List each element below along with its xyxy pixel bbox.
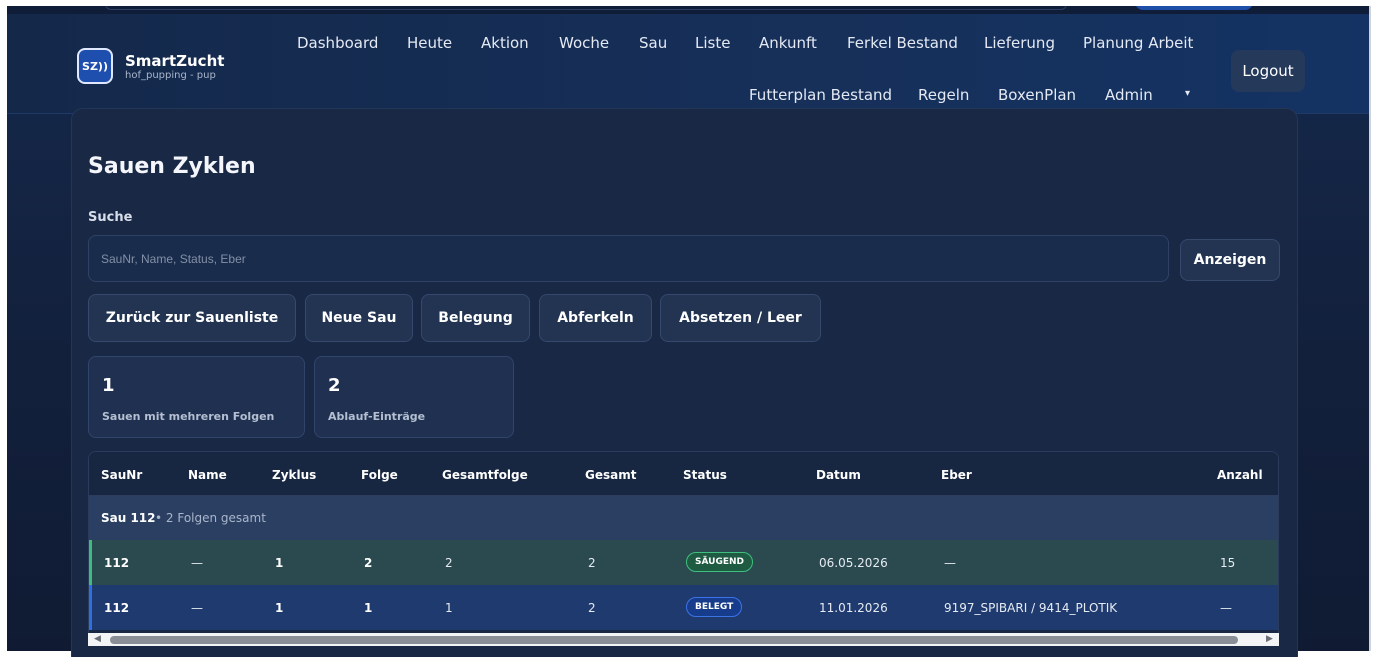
cycles-table: SauNr Name Zyklus Folge Gesamtfolge Gesa… bbox=[88, 451, 1279, 645]
browser-top-strip bbox=[7, 6, 1369, 14]
group-row: Sau 112 • 2 Folgen gesamt bbox=[89, 496, 1278, 540]
scroll-right-icon[interactable]: ▶ bbox=[1266, 634, 1273, 644]
abferkeln-button[interactable]: Abferkeln bbox=[539, 294, 652, 342]
nav-woche[interactable]: Woche bbox=[559, 34, 609, 52]
nav-aktion[interactable]: Aktion bbox=[481, 34, 529, 52]
top-pill bbox=[1135, 6, 1253, 10]
absetzen-leer-button[interactable]: Absetzen / Leer bbox=[660, 294, 821, 342]
col-zyklus[interactable]: Zyklus bbox=[272, 468, 316, 482]
cell-folge: 1 bbox=[364, 601, 373, 615]
cell-eber: 9197_SPIBARI / 9414_PLOTIK bbox=[944, 601, 1118, 615]
col-eber[interactable]: Eber bbox=[941, 468, 972, 482]
nav-dashboard[interactable]: Dashboard bbox=[297, 34, 378, 52]
address-bar-edge bbox=[105, 6, 1067, 10]
col-folge[interactable]: Folge bbox=[361, 468, 398, 482]
status-badge: SÄUGEND bbox=[686, 552, 754, 572]
new-sow-button[interactable]: Neue Sau bbox=[305, 294, 413, 342]
stat-card-multi-cycles: 1 Sauen mit mehreren Folgen bbox=[88, 356, 305, 438]
search-input[interactable] bbox=[88, 235, 1169, 282]
nav-lieferung[interactable]: Lieferung bbox=[984, 34, 1055, 52]
col-gesamt[interactable]: Gesamt bbox=[585, 468, 636, 482]
scroll-left-icon[interactable]: ◀ bbox=[94, 634, 101, 644]
table-row[interactable]: 112 — 1 2 2 2 SÄUGEND 06.05.2026 — 15 bbox=[89, 540, 1278, 585]
cell-saunr: 112 bbox=[104, 601, 130, 615]
table-header: SauNr Name Zyklus Folge Gesamtfolge Gesa… bbox=[89, 452, 1278, 496]
table-row[interactable]: 112 — 1 1 1 2 BELEGT 11.01.2026 9197_SPI… bbox=[89, 585, 1278, 630]
stat-value: 1 bbox=[102, 375, 115, 396]
cell-name: — bbox=[191, 556, 203, 570]
cell-zyklus: 1 bbox=[275, 556, 284, 570]
chevron-down-icon[interactable]: ▾ bbox=[1185, 88, 1190, 99]
page-title: Sauen Zyklen bbox=[88, 154, 256, 179]
cell-anzahl: — bbox=[1220, 601, 1232, 615]
cell-zyklus: 1 bbox=[275, 601, 284, 615]
cell-eber: — bbox=[944, 556, 956, 570]
back-to-list-button[interactable]: Zurück zur Sauenliste bbox=[88, 294, 296, 342]
col-name[interactable]: Name bbox=[188, 468, 227, 482]
cell-name: — bbox=[191, 601, 203, 615]
cell-anzahl: 15 bbox=[1220, 556, 1236, 570]
col-datum[interactable]: Datum bbox=[816, 468, 861, 482]
cell-saunr: 112 bbox=[104, 556, 130, 570]
brand-name[interactable]: SmartZucht bbox=[125, 52, 224, 70]
horizontal-scrollbar[interactable]: ◀ ▶ bbox=[88, 633, 1279, 646]
nav-admin[interactable]: Admin bbox=[1105, 86, 1153, 104]
col-saunr[interactable]: SauNr bbox=[101, 468, 142, 482]
navbar: SZ)) SmartZucht hof_pupping - pup Dashbo… bbox=[7, 14, 1369, 114]
cell-gesamtfolge: 2 bbox=[445, 556, 453, 570]
cell-datum: 06.05.2026 bbox=[819, 556, 888, 570]
anzeigen-button[interactable]: Anzeigen bbox=[1180, 239, 1280, 281]
cell-folge: 2 bbox=[364, 556, 373, 570]
nav-regeln[interactable]: Regeln bbox=[918, 86, 969, 104]
search-label: Suche bbox=[88, 210, 133, 225]
col-anzahl[interactable]: Anzahl bbox=[1217, 468, 1263, 482]
group-summary: • 2 Folgen gesamt bbox=[155, 511, 266, 525]
stat-card-entries: 2 Ablauf-Einträge bbox=[314, 356, 514, 438]
scroll-thumb[interactable] bbox=[110, 636, 1238, 644]
group-title: Sau 112 bbox=[101, 511, 156, 525]
nav-sau[interactable]: Sau bbox=[639, 34, 667, 52]
cell-datum: 11.01.2026 bbox=[819, 601, 888, 615]
stat-label: Ablauf-Einträge bbox=[328, 410, 426, 423]
status-badge: BELEGT bbox=[686, 597, 743, 617]
logo-icon[interactable]: SZ)) bbox=[77, 48, 113, 84]
nav-ankunft[interactable]: Ankunft bbox=[759, 34, 817, 52]
nav-planung-arbeit[interactable]: Planung Arbeit bbox=[1083, 34, 1193, 52]
nav-liste[interactable]: Liste bbox=[695, 34, 730, 52]
brand-subtitle: hof_pupping - pup bbox=[125, 70, 216, 81]
stat-label: Sauen mit mehreren Folgen bbox=[102, 410, 275, 423]
nav-heute[interactable]: Heute bbox=[407, 34, 452, 52]
nav-ferkel-bestand[interactable]: Ferkel Bestand bbox=[847, 34, 958, 52]
cell-gesamtfolge: 1 bbox=[445, 601, 453, 615]
nav-futterplan-bestand[interactable]: Futterplan Bestand bbox=[749, 86, 892, 104]
stat-value: 2 bbox=[328, 375, 341, 396]
cell-gesamt: 2 bbox=[588, 556, 596, 570]
col-gesamtfolge[interactable]: Gesamtfolge bbox=[442, 468, 528, 482]
belegung-button[interactable]: Belegung bbox=[421, 294, 530, 342]
nav-boxenplan[interactable]: BoxenPlan bbox=[998, 86, 1076, 104]
cell-gesamt: 2 bbox=[588, 601, 596, 615]
logout-button[interactable]: Logout bbox=[1231, 50, 1305, 92]
col-status[interactable]: Status bbox=[683, 468, 727, 482]
